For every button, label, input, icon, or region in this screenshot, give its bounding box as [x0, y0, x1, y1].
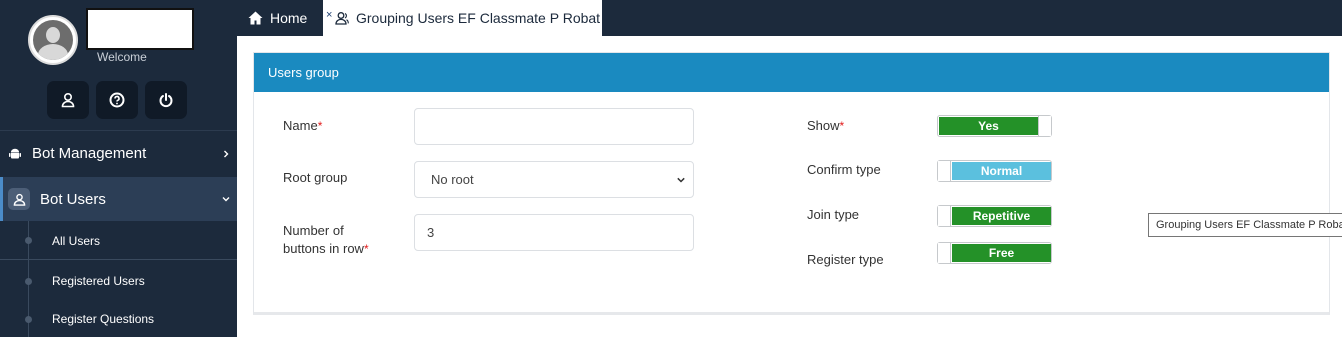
required-mark: * [363, 242, 369, 256]
buttons-in-row-label: Number of buttons in row* [283, 223, 369, 256]
toggle-value: Yes [939, 117, 1038, 135]
tab-label: Grouping Users EF Classmate P Robat [356, 10, 601, 26]
help-icon [109, 92, 125, 108]
show-label: Show* [807, 118, 845, 133]
tab-tooltip: Grouping Users EF Classmate P Robat [1148, 213, 1342, 237]
toggle-value: Repetitive [952, 207, 1051, 225]
confirm-type-label: Confirm type [807, 162, 881, 177]
submenu-all-users[interactable]: All Users [0, 222, 237, 260]
menu-bot-users[interactable]: Bot Users [0, 177, 237, 221]
logout-button[interactable] [145, 81, 187, 119]
profile-button[interactable] [47, 81, 89, 119]
buttons-in-row-input[interactable]: 3 [414, 214, 694, 251]
submenu-label: Registered Users [52, 274, 145, 288]
tab-home[interactable]: Home [237, 0, 323, 36]
join-type-label: Join type [807, 207, 860, 222]
android-icon [8, 147, 22, 161]
home-icon [248, 11, 263, 25]
chevron-down-icon [222, 197, 230, 202]
help-button[interactable] [96, 81, 138, 119]
tab-label: Home [270, 10, 308, 26]
chevron-right-icon [224, 150, 229, 157]
tab-grouping-users[interactable]: × Grouping Users EF Classmate P Robat [323, 0, 602, 36]
sidebar: Welcome Bot Management Bot Users All Use… [0, 0, 237, 337]
menu-bot-management[interactable]: Bot Management [0, 130, 237, 176]
submenu-register-questions[interactable]: Register Questions [0, 300, 237, 337]
user-profile-icon [61, 92, 75, 108]
users-icon [335, 12, 349, 25]
submenu-label: All Users [52, 233, 101, 248]
toggle-value: Normal [952, 162, 1051, 180]
close-tab-icon[interactable]: × [326, 9, 332, 21]
username-box [86, 8, 194, 50]
name-input[interactable] [414, 108, 694, 145]
required-mark: * [317, 119, 323, 133]
submenu-label: Register Questions [52, 312, 155, 326]
welcome-text: Welcome [97, 50, 147, 64]
submenu-registered-users[interactable]: Registered Users [0, 262, 237, 300]
register-type-label: Register type [807, 252, 884, 267]
show-toggle[interactable]: Yes [937, 115, 1052, 137]
join-type-toggle[interactable]: Repetitive [937, 205, 1052, 227]
root-group-label: Root group [283, 170, 348, 185]
name-label: Name* [283, 118, 323, 133]
register-type-toggle[interactable]: Free [937, 242, 1052, 264]
menu-label: Bot Users [40, 190, 106, 208]
card-title: Users group [254, 53, 1329, 92]
users-icon [8, 188, 30, 210]
profile-panel: Welcome [0, 0, 237, 126]
required-mark: * [839, 119, 845, 133]
menu-label: Bot Management [32, 145, 147, 162]
power-icon [159, 93, 173, 108]
tab-bar: Home × Grouping Users EF Classmate P Rob… [237, 0, 1342, 36]
root-group-select[interactable]: No root [414, 161, 694, 198]
chevron-down-icon [677, 177, 685, 183]
toggle-value: Free [952, 244, 1051, 262]
confirm-type-toggle[interactable]: Normal [937, 160, 1052, 182]
bot-users-submenu: All Users Registered Users Register Ques… [0, 221, 237, 337]
avatar[interactable] [28, 15, 78, 65]
